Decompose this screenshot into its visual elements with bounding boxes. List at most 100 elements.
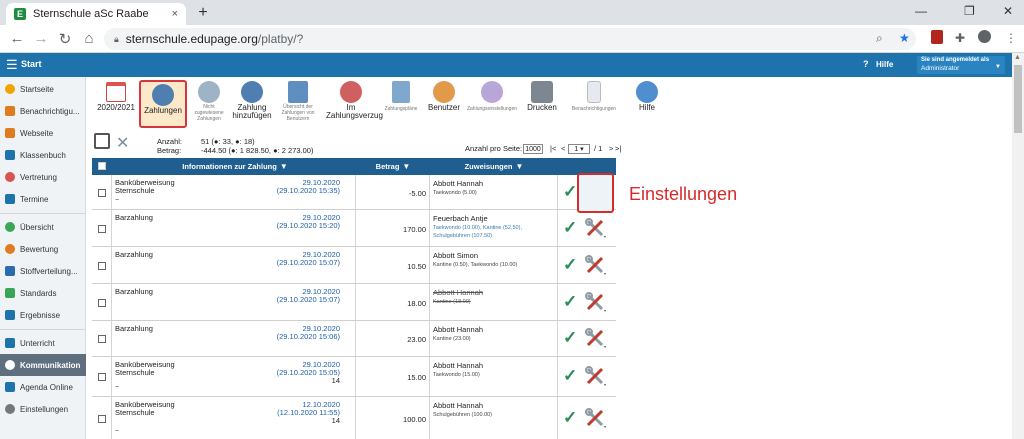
column-header-info[interactable]: Informationen zur Zahlung ▼ [114, 158, 356, 175]
window-minimize-button[interactable]: — [915, 4, 927, 18]
select-all-checkbox[interactable] [98, 162, 106, 170]
browser-tab[interactable]: E Sternschule aSc Raabe × [6, 3, 186, 25]
wrench-screwdriver-settings-icon[interactable] [585, 366, 607, 386]
assigned-person[interactable]: Feuerbach Antje [433, 214, 488, 223]
scroll-up-icon[interactable]: ▲ [1014, 54, 1021, 61]
row-checkbox[interactable] [98, 373, 106, 381]
assigned-person[interactable]: Abbott Hannah [433, 361, 483, 370]
tools-icon[interactable]: ✕ [116, 133, 129, 153]
pager-last-button[interactable]: >| [615, 144, 621, 153]
pager-first-button[interactable]: |< [550, 144, 556, 153]
assigned-person[interactable]: Abbott Hannah [433, 401, 483, 410]
reload-icon[interactable]: ↻ [56, 30, 74, 48]
sidebar-item-kommunikation[interactable]: Kommunikation [0, 354, 86, 376]
row-checkbox[interactable] [98, 188, 106, 197]
add-payment-button[interactable]: Zahlung hinzufügen [231, 79, 273, 127]
row-checkbox[interactable] [98, 224, 106, 233]
table-row[interactable]: Banküberweisung Sternschule −29.10.2020 (29… [92, 357, 616, 397]
zahlungen-button[interactable]: Zahlungen [139, 80, 187, 128]
window-restore-button[interactable]: ❐ [964, 4, 975, 18]
payment-timestamp[interactable]: (29.10.2020 15:35) [242, 187, 340, 195]
pdf-extension-icon[interactable] [931, 30, 943, 44]
hamburger-menu-icon[interactable]: ☰ [6, 57, 18, 73]
payment-timestamp[interactable]: (29.10.2020 15:07) [242, 296, 340, 304]
per-page-input[interactable]: 1000 [523, 144, 543, 155]
table-row[interactable]: Barzahlung 29.10.2020 (29.10.2020 15:06) 23… [92, 321, 616, 357]
wrench-screwdriver-settings-icon[interactable] [585, 408, 607, 428]
wrench-screwdriver-settings-icon[interactable] [585, 254, 607, 275]
column-header-assignments[interactable]: Zuweisungen ▼ [430, 158, 558, 175]
table-row[interactable]: Barzahlung 29.10.2020 (29.10.2020 15:20) 17… [92, 210, 616, 247]
column-header-amount[interactable]: Betrag ▼ [356, 158, 430, 175]
row-checkbox[interactable] [98, 298, 106, 307]
back-arrow-icon[interactable]: ← [8, 30, 26, 47]
assigned-person[interactable]: Abbott Hannah [433, 288, 483, 297]
row-checkbox[interactable] [98, 261, 106, 270]
wrench-screwdriver-settings-icon[interactable] [585, 217, 607, 238]
home-icon[interactable]: ⌂ [80, 30, 98, 47]
extensions-puzzle-icon[interactable]: ✚ [955, 31, 965, 45]
sidebar-item-standards[interactable]: Standards [0, 282, 86, 304]
help-button[interactable]: Hilfe [634, 79, 660, 127]
start-link[interactable]: Start [21, 59, 42, 69]
tab-close-icon[interactable]: × [172, 8, 178, 20]
forward-arrow-icon[interactable]: → [32, 30, 50, 47]
wrench-screwdriver-settings-icon[interactable] [585, 328, 607, 348]
table-row[interactable]: Barzahlung 29.10.2020 (29.10.2020 15:07) 18… [92, 284, 616, 321]
confirm-check-icon[interactable]: ✓ [563, 367, 577, 384]
row-checkbox[interactable] [98, 415, 106, 423]
sidebar-item-stoffverteilung[interactable]: Stoffverteilung... [0, 260, 86, 282]
save-icon[interactable] [94, 133, 110, 149]
payment-timestamp[interactable]: (29.10.2020 15:07) [242, 259, 340, 267]
page-scrollbar[interactable]: ▲ [1012, 53, 1024, 439]
sidebar-item-ergebnisse[interactable]: Ergebnisse [0, 304, 86, 326]
filter-icon[interactable]: ▼ [516, 162, 524, 171]
page-select[interactable]: 1 ▾ [568, 144, 590, 155]
confirm-check-icon[interactable]: ✓ [563, 183, 577, 200]
users-button[interactable]: Benutzer [426, 79, 462, 127]
zoom-icon[interactable]: ⌕ [876, 31, 883, 46]
sidebar-item-einstellungen[interactable]: Einstellungen [0, 398, 86, 420]
filter-icon[interactable]: ▼ [280, 162, 288, 171]
payment-timestamp[interactable]: (29.10.2020 15:20) [242, 222, 340, 230]
assigned-person[interactable]: Abbott Hannah [433, 179, 483, 188]
confirm-check-icon[interactable]: ✓ [563, 293, 577, 310]
unassigned-payments-button[interactable]: Nicht zugewiesene Zahlungen [190, 79, 228, 127]
assigned-person[interactable]: Abbott Simon [433, 251, 478, 260]
payment-timestamp[interactable]: (12.10.2020 11:55) [242, 409, 340, 417]
school-year-button[interactable]: 2020/2021 [96, 79, 136, 127]
bookmark-star-icon[interactable]: ★ [899, 31, 910, 45]
browser-menu-icon[interactable]: ⋮ [1005, 31, 1017, 45]
payment-plans-button[interactable]: Zahlungspläne [380, 79, 422, 127]
pager-next-button[interactable]: > [609, 144, 613, 153]
payment-timestamp[interactable]: (29.10.2020 15:05) [242, 369, 340, 377]
assigned-person[interactable]: Abbott Hannah [433, 325, 483, 334]
sidebar-item-termine[interactable]: Termine [0, 188, 86, 210]
sidebar-item-bewertung[interactable]: Bewertung [0, 238, 86, 260]
sidebar-item-agenda-online[interactable]: Agenda Online [0, 376, 86, 398]
table-row[interactable]: Banküberweisung Sternschule −29.10.2020 (29… [92, 175, 616, 210]
help-link[interactable]: Hilfe [876, 60, 893, 69]
sidebar-item-benachrichtigungen[interactable]: Benachrichtigu... [0, 100, 86, 122]
notifications-button[interactable]: Benachrichtigungen [567, 79, 621, 127]
sidebar-item-unterricht[interactable]: Unterricht [0, 332, 86, 354]
sidebar-item-vertretung[interactable]: Vertretung [0, 166, 86, 188]
payment-settings-button[interactable]: Zahlungseinstellungen [466, 79, 518, 127]
new-tab-button[interactable]: + [194, 4, 212, 22]
scrollbar-thumb[interactable] [1014, 65, 1022, 133]
confirm-check-icon[interactable]: ✓ [563, 329, 577, 346]
address-bar[interactable]: 🔒︎ sternschule.edupage.org/platby/? [104, 28, 916, 50]
help-question-icon[interactable]: ? [863, 59, 869, 69]
payment-timestamp[interactable]: (29.10.2020 15:06) [242, 333, 340, 341]
table-row[interactable]: Banküberweisung Sternschule −12.10.2020 (12… [92, 397, 616, 439]
sidebar-item-startseite[interactable]: Startseite [0, 78, 86, 100]
sidebar-item-uebersicht[interactable]: Übersicht [0, 216, 86, 238]
table-row[interactable]: Barzahlung 29.10.2020 (29.10.2020 15:07) 10… [92, 247, 616, 284]
overdue-payments-button[interactable]: Im Zahlungsverzug [326, 79, 383, 127]
sidebar-item-klassenbuch[interactable]: Klassenbuch [0, 144, 86, 166]
window-close-button[interactable]: ✕ [1003, 4, 1013, 18]
sidebar-item-webseite[interactable]: Webseite [0, 122, 86, 144]
user-account-dropdown[interactable]: Sie sind angemeldet als Administrator ▼ [917, 56, 1005, 74]
row-checkbox[interactable] [98, 335, 106, 343]
payments-overview-button[interactable]: Übersicht der Zahlungen von Benutzern [276, 79, 320, 127]
